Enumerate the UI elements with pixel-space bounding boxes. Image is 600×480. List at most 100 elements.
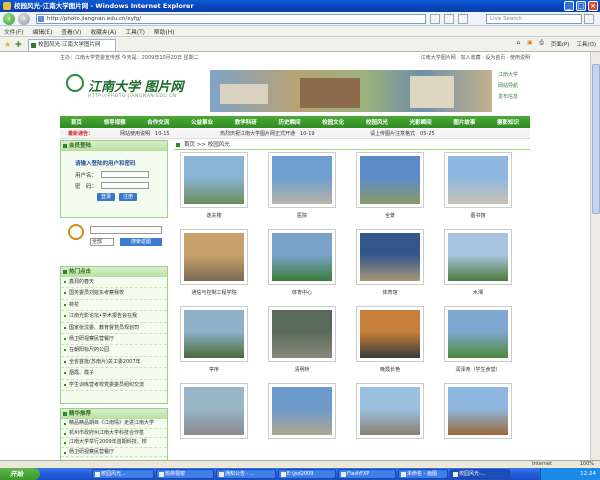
nav-item[interactable]: 领导视察 — [104, 118, 126, 126]
list-item[interactable]: 杨卫研视察民营餐厅 — [61, 448, 167, 458]
photo-item[interactable]: 水湘 — [440, 229, 516, 307]
list-item[interactable]: 江南大学举行2009年首期科技、校 — [61, 438, 167, 448]
news-item[interactable]: 请上传图片注意格式 05-25 — [370, 129, 435, 139]
photo-thumbnail[interactable] — [356, 383, 424, 439]
photo-thumbnail[interactable] — [356, 306, 424, 362]
photo-caption[interactable]: 体育中心 — [264, 289, 340, 296]
news-item[interactable]: 网站使用说明 10-15 — [120, 129, 170, 139]
back-button[interactable]: ‹ — [3, 13, 15, 25]
nav-item[interactable]: 首页 — [71, 118, 82, 126]
banner-link[interactable]: 发布信息 — [498, 92, 518, 103]
nav-item[interactable]: 摄影知识 — [497, 118, 519, 126]
list-item[interactable]: 在朝阳标尺的公园 — [61, 345, 167, 357]
nav-item[interactable]: 光影瞬间 — [410, 118, 432, 126]
menu-help[interactable]: 帮助(H) — [154, 27, 174, 36]
start-button[interactable]: 开始 — [0, 468, 40, 480]
taskbar-item[interactable]: 通知公告 - ... — [216, 469, 276, 479]
search-input[interactable] — [90, 226, 162, 234]
password-input[interactable] — [101, 182, 149, 189]
taskbar-item[interactable]: 未命名 - 画图 — [398, 469, 448, 479]
banner-link[interactable]: 网站导航 — [498, 81, 518, 92]
refresh-button[interactable] — [444, 14, 454, 24]
photo-item[interactable] — [176, 383, 252, 460]
login-button[interactable]: 登录 — [97, 193, 115, 201]
photo-thumbnail[interactable] — [444, 152, 512, 208]
close-button[interactable]: × — [588, 1, 598, 11]
nav-item[interactable]: 历史瞬间 — [278, 118, 300, 126]
live-search-input[interactable]: Live Search — [486, 14, 582, 24]
photo-caption[interactable]: 体育馆 — [352, 289, 428, 296]
photo-caption[interactable]: 逸夫楼 — [176, 212, 252, 219]
photo-item[interactable] — [440, 383, 516, 460]
taskbar-item-active[interactable]: 校园风光-... — [450, 469, 510, 479]
maximize-button[interactable]: □ — [576, 1, 586, 11]
list-item[interactable]: 烟霞、霞子 — [61, 368, 167, 380]
photo-thumbnail[interactable] — [356, 229, 424, 285]
nav-item[interactable]: 校园风光 — [366, 118, 388, 126]
photo-item[interactable]: 全景 — [352, 152, 428, 230]
nav-item[interactable]: 教学科研 — [235, 118, 257, 126]
menu-favorites[interactable]: 收藏夹(A) — [90, 27, 116, 36]
address-bar[interactable]: http://photo.jiangnan.edu.cn/xyfg/ — [36, 14, 426, 24]
taskbar-item[interactable]: E:\jsd2009 — [278, 469, 336, 479]
menu-file[interactable]: 文件(F) — [4, 27, 23, 36]
photo-item[interactable] — [264, 383, 340, 460]
zoom-level[interactable]: 100% — [580, 461, 594, 468]
taskbar-item[interactable]: 热荷视窗 — [156, 469, 214, 479]
photo-item[interactable]: 体育馆 — [352, 229, 428, 307]
photo-item[interactable]: 亭序 — [176, 306, 252, 384]
list-item[interactable]: 学生训练营考校党委委员组织交流 — [61, 380, 167, 392]
photo-caption[interactable]: 润泽苑（学生食堂） — [440, 366, 516, 373]
photo-item[interactable] — [352, 383, 428, 460]
photo-item[interactable]: 清明桥 — [264, 306, 340, 384]
photo-thumbnail[interactable] — [180, 306, 248, 362]
photo-thumbnail[interactable] — [268, 383, 336, 439]
photo-thumbnail[interactable] — [180, 229, 248, 285]
photo-thumbnail[interactable] — [268, 229, 336, 285]
minimize-button[interactable]: _ — [564, 1, 574, 11]
search-scope-select[interactable]: 全部 — [90, 238, 114, 246]
photo-caption[interactable]: 医院 — [264, 212, 340, 219]
photo-caption[interactable]: 亭序 — [176, 366, 252, 373]
photo-item[interactable]: 体育中心 — [264, 229, 340, 307]
photo-item[interactable]: 晚霞长艳 — [352, 306, 428, 384]
page-menu[interactable]: 页面(P) — [551, 40, 570, 48]
list-item[interactable]: 全省首批(苏南片)关工委2007年 — [61, 357, 167, 369]
username-input[interactable] — [101, 171, 149, 178]
photo-thumbnail[interactable] — [268, 306, 336, 362]
photo-caption[interactable]: 清明桥 — [264, 366, 340, 373]
clock[interactable]: 12:24 — [580, 471, 596, 477]
list-item[interactable]: 鑫洞的春天 — [61, 277, 167, 289]
list-item[interactable]: 精品精品期目《江南情》走进江南大学 — [61, 419, 167, 429]
add-favorite-icon[interactable]: ✚ — [15, 40, 22, 49]
tab-current[interactable]: 校园风光-江南大学图片网 — [28, 39, 116, 51]
top-links[interactable]: 江南大学图片网 · 加入收藏 · 设为首页 · 使用说明 — [421, 54, 530, 63]
taskbar-item[interactable]: 校园风光... — [92, 469, 154, 479]
feeds-icon[interactable]: ▣ — [527, 40, 532, 48]
photo-item[interactable]: 逸夫楼 — [176, 152, 252, 230]
list-item[interactable]: 江南光影论坛•学术报告会在我 — [61, 311, 167, 323]
photo-thumbnail[interactable] — [180, 383, 248, 439]
news-item[interactable]: 热烈庆祝江南大学图片网正式开通 10-19 — [220, 129, 315, 139]
taskbar-item[interactable]: FlashFXP — [338, 469, 396, 479]
menu-tools[interactable]: 工具(T) — [125, 27, 145, 36]
nav-item[interactable]: 校园文化 — [322, 118, 344, 126]
photo-thumbnail[interactable] — [444, 306, 512, 362]
site-logo-text[interactable]: 江南大学 图片网 — [88, 76, 184, 95]
menu-view[interactable]: 查看(V) — [61, 27, 81, 36]
vertical-scrollbar[interactable] — [590, 52, 600, 460]
photo-caption[interactable]: 水湘 — [440, 289, 516, 296]
menu-edit[interactable]: 编辑(E) — [32, 27, 52, 36]
search-icon[interactable] — [584, 14, 594, 24]
forward-button[interactable]: › — [18, 13, 30, 25]
favorites-star-icon[interactable]: ★ — [4, 40, 11, 49]
list-item[interactable]: 杨卫研视察民营餐厅 — [61, 334, 167, 346]
stop-button[interactable] — [458, 14, 468, 24]
nav-item[interactable]: 合作交流 — [147, 118, 169, 126]
photo-caption[interactable]: 图书馆 — [440, 212, 516, 219]
photo-item[interactable]: 通信与控制工程学院 — [176, 229, 252, 307]
register-button[interactable]: 注册 — [119, 193, 137, 201]
tools-menu[interactable]: 工具(O) — [576, 40, 596, 48]
photo-thumbnail[interactable] — [180, 152, 248, 208]
print-icon[interactable]: ⎙ — [539, 40, 543, 48]
